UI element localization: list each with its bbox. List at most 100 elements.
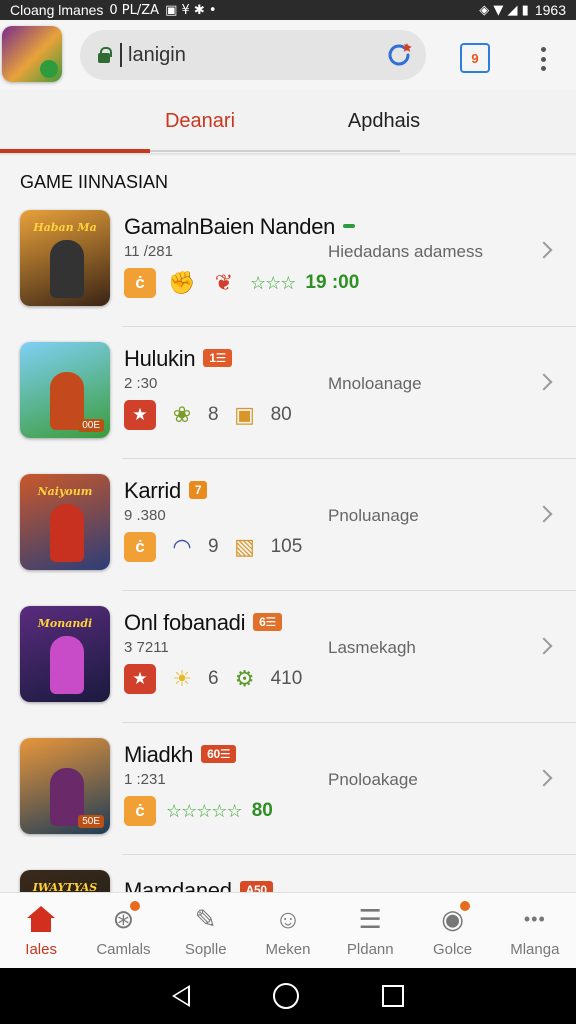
game-description: Hiedadans adamess [328,242,483,261]
nav-label: Golce [432,941,473,958]
game-thumbnail[interactable]: 50E [20,738,110,834]
game-stats: ċ ✊ ❦ ☆☆☆ 19 :00 [124,267,359,299]
game-title: Onl fobanadi [124,610,246,635]
bottom-navigation: Iales ⊛ Camlals ✎ Soplle ☺ Meken ☰ Pldann ◉ G… [0,892,576,968]
stat-value-2: 80 [270,404,292,425]
rating-stars: ☆☆☆ [250,272,296,293]
tab-count: 9 [471,50,479,66]
nav-item-mlanga[interactable]: ••• Mlanga [494,893,576,968]
nav-label: Iales [25,941,57,958]
home-icon [24,903,58,935]
game-description: Pnoloakage [328,770,418,789]
thumb-banner: Naiyoum [37,484,93,498]
nav-item-meken[interactable]: ☺ Meken [247,893,329,968]
divider [122,590,576,591]
url-bar[interactable]: lanigin [80,30,426,80]
tab-label: Apdhais [347,109,421,132]
star-badge-icon: ★ [124,400,156,430]
game-meta: 3 7211 [124,639,169,656]
game-description: Pnoluanage [328,506,419,525]
chevron-right-icon[interactable] [535,241,553,259]
game-list-item[interactable]: Naiyoum Karrid 7 9 .380 Pnoluanage ċ ◠ 9 ▧ 10… [0,460,576,591]
chest-icon: ▣ [234,402,255,427]
signal-icons: ◈ ▼ ◢ ▮ [479,2,529,18]
game-badge: 60☰ [201,745,237,764]
chevron-right-icon[interactable] [535,637,553,655]
tab-label: Deanari [164,109,236,132]
game-list-item[interactable]: Haban Ma GamalnBaien Nanden 11 /281 Hied… [0,196,576,327]
divider [122,326,576,327]
thumb-banner: Monandi [37,616,93,630]
nav-item-golce[interactable]: ◉ Golce [411,893,493,968]
game-badge: 7 [188,481,208,500]
stat-value-2: 105 [270,536,303,557]
overflow-menu-icon[interactable] [536,44,550,74]
crate-icon: ▧ [234,534,255,559]
tab-switcher-icon[interactable]: 9 [460,43,490,73]
game-character [50,636,84,694]
game-thumbnail[interactable]: IWAYTYAS [20,870,110,892]
nav-item-soplle[interactable]: ✎ Soplle [165,893,247,968]
stat-value-1: 6 [208,668,219,689]
leaf-icon: ❀ [172,402,192,427]
tab-deanari[interactable]: Deanari [100,90,300,152]
game-meta: 1 :231 [124,771,166,788]
chevron-right-icon[interactable] [535,373,553,391]
stat-value-2: 410 [270,668,303,689]
nav-label: Pldann [346,941,394,958]
app-logo-icon[interactable] [2,26,62,82]
chevron-right-icon[interactable] [535,769,553,787]
sun-icon: ☀ [172,666,192,691]
game-title: Karrid [124,478,181,503]
reload-icon[interactable] [384,40,414,70]
game-description: Mnoloanage [328,374,422,393]
divider [122,854,576,855]
game-list-item[interactable]: Monandi Onl fobanadi 6☰ 3 7211 Lasmekagh … [0,592,576,723]
stat-value-last: 19 :00 [305,272,360,293]
dragon-icon: ❦ [214,270,234,295]
chevron-right-icon[interactable] [535,505,553,523]
game-title: Mamdaned [124,878,232,892]
back-icon[interactable] [171,985,190,1007]
game-description: Lasmekagh [328,638,416,657]
game-title-row: Karrid 7 [124,478,208,504]
game-title-row: GamalnBaien Nanden [124,214,356,240]
hand-badge-icon: ċ [124,796,156,826]
nav-item-pldann[interactable]: ☰ Pldann [329,893,411,968]
recents-icon[interactable] [382,985,405,1007]
lock-icon [98,47,112,63]
nav-label: Meken [265,941,311,958]
game-thumbnail[interactable]: Monandi [20,606,110,702]
status-notification-icons: 0 PL/ZA [109,2,160,18]
game-character [50,240,84,298]
game-thumbnail[interactable]: Haban Ma [20,210,110,306]
game-stats: ★ ☀ 6 ⚙ 410 [124,663,302,695]
stat-value-1: 9 [208,536,219,557]
gear-icon: ⚙ [234,666,255,691]
nav-item-iales[interactable]: Iales [0,893,82,968]
nav-label: Camlals [96,941,151,958]
system-navigation-bar [0,968,576,1024]
tab-divider [150,150,400,152]
game-list-item[interactable]: 00E Hulukin 1☰ 2 :30 Mnoloanage ★ ❀ 8 ▣ 80 [0,328,576,459]
game-title-row: Onl fobanadi 6☰ [124,610,283,636]
game-thumbnail[interactable]: 00E [20,342,110,438]
gamepad-icon: ⊛ [106,901,141,935]
game-meta: 11 /281 [124,243,173,260]
thumb-corner-badge: 50E [78,815,104,828]
game-list-item[interactable]: IWAYTYAS Mamdaned A50 [0,856,576,892]
star-badge-icon: ★ [124,664,156,694]
notification-dot [459,901,470,911]
thumb-banner: Haban Ma [33,220,97,234]
game-thumbnail[interactable]: Naiyoum [20,474,110,570]
tab-apdhais[interactable]: Apdhais [284,90,484,152]
home-circle-icon[interactable] [272,983,299,1009]
game-character [50,504,84,562]
game-list-item[interactable]: 50E Miadkh 60☰ 1 :231 Pnoloakage ċ ☆☆☆☆☆ 80 [0,724,576,855]
profile-icon: ◉ [436,901,470,935]
game-title: Miadkh [124,742,194,767]
hand-badge-icon: ċ [124,268,156,298]
nav-item-camlals[interactable]: ⊛ Camlals [82,893,164,968]
nav-label: Soplle [184,941,227,958]
nav-label: Mlanga [510,941,560,958]
